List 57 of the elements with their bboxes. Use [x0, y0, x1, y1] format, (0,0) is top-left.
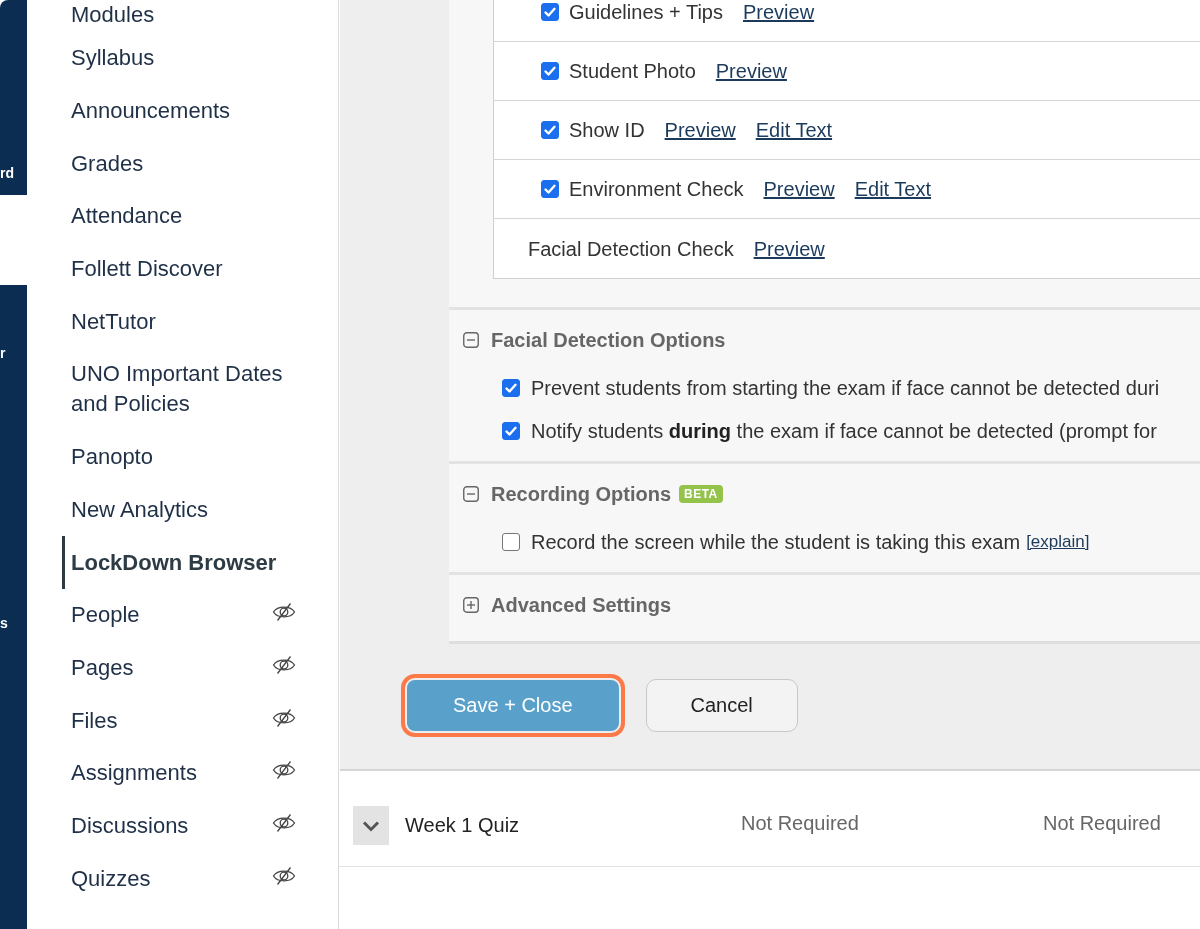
beta-badge: BETA — [679, 485, 723, 503]
course-nav-link[interactable]: Panopto — [71, 442, 153, 473]
text-link[interactable]: Preview — [763, 177, 835, 201]
checkbox[interactable] — [541, 62, 559, 80]
course-nav-link[interactable]: Pages — [71, 652, 134, 683]
selection-bar — [62, 536, 65, 589]
step-label: Show ID — [569, 118, 645, 142]
step-label: Student Photo — [569, 59, 696, 83]
text-link[interactable]: Preview — [664, 118, 736, 142]
chevron-down-icon — [362, 819, 380, 832]
text-link[interactable]: Edit Text — [854, 177, 931, 201]
text-link[interactable]: Edit Text — [755, 118, 833, 142]
course-nav-link[interactable]: Grades — [71, 148, 144, 179]
cancel-button[interactable]: Cancel — [645, 679, 798, 732]
option-label: Record the screen while the student is taking this exam — [531, 530, 1021, 554]
course-nav-link[interactable]: Files — [71, 705, 118, 736]
course-nav-link[interactable]: LockDown Browser — [71, 547, 277, 578]
checkbox[interactable] — [541, 121, 559, 139]
checkbox[interactable] — [541, 3, 559, 21]
course-nav-link[interactable]: Attendance — [71, 201, 183, 232]
collapse-icon[interactable] — [463, 486, 479, 502]
checkbox[interactable] — [502, 533, 520, 551]
nav-link[interactable]: r — [0, 344, 6, 362]
checkbox[interactable] — [502, 422, 520, 440]
course-nav-link[interactable]: Syllabus — [71, 43, 155, 74]
expand-toggle[interactable] — [353, 806, 389, 845]
option-label: Notify students during the exam if face cannot be detected (prompt for — [531, 419, 1157, 443]
course-nav-link[interactable]: NetTutor — [71, 306, 156, 337]
course-nav-link[interactable]: Quizzes — [71, 863, 151, 894]
course-nav-link[interactable]: New Analytics — [71, 494, 208, 525]
course-nav-link[interactable]: UNO Important Dates and Policies — [71, 359, 296, 420]
collapse-icon[interactable] — [463, 332, 479, 348]
table-cell: Not Required — [741, 811, 859, 835]
section-heading: Recording Options — [491, 482, 671, 506]
quiz-name: Week 1 Quiz — [405, 814, 520, 837]
course-nav-link[interactable]: Assignments — [71, 758, 197, 789]
step-label: Environment Check — [569, 177, 744, 201]
option-label: Prevent students from starting the exam if face cannot be detected duri — [531, 376, 1160, 400]
section-heading: Advanced Settings — [491, 593, 672, 617]
explain-link[interactable]: [explain] — [1026, 530, 1090, 554]
step-label: Guidelines + Tips — [569, 0, 723, 24]
course-nav-link[interactable]: Modules — [71, 0, 155, 30]
expand-icon[interactable] — [463, 597, 479, 613]
text-link[interactable]: Preview — [753, 236, 825, 261]
nav-link[interactable]: rd — [0, 164, 14, 182]
table-cell: Not Required — [1043, 811, 1161, 835]
nav-link[interactable]: s — [0, 614, 8, 632]
course-nav-link[interactable]: Announcements — [71, 96, 230, 127]
course-nav-link[interactable]: Discussions — [71, 810, 189, 841]
text-link[interactable]: Preview — [715, 59, 787, 83]
step-label: Facial Detection Check — [528, 236, 734, 261]
checkbox[interactable] — [541, 180, 559, 198]
section-heading: Facial Detection Options — [491, 328, 726, 352]
course-nav-link[interactable]: Follett Discover — [71, 254, 223, 285]
text-link[interactable]: Preview — [743, 0, 815, 24]
course-nav-link[interactable]: People — [71, 600, 140, 631]
checkbox[interactable] — [502, 379, 520, 397]
